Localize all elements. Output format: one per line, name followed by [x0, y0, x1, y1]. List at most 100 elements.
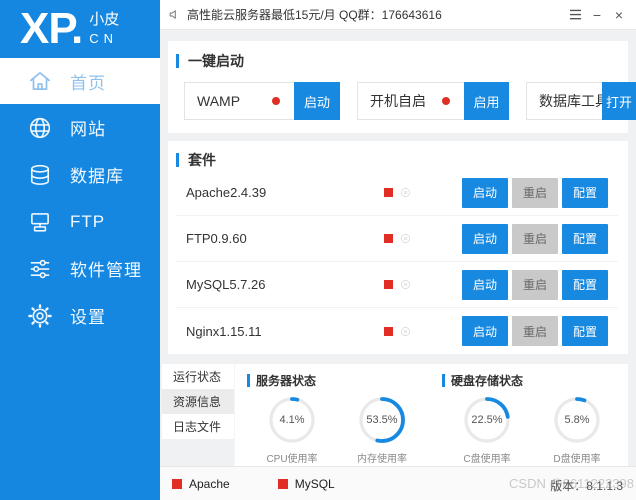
- gear-icon: [27, 303, 53, 329]
- server-gauges: 4.1% CPU使用率 53.5% 内存使用率: [247, 396, 430, 465]
- tab-log-files[interactable]: 日志文件: [162, 414, 234, 439]
- sidebar-item-database[interactable]: 数据库: [0, 151, 160, 198]
- c-drive-gauge: 22.5% C盘使用率: [442, 396, 532, 465]
- autostart-enable-button[interactable]: 启用: [464, 82, 509, 120]
- suite-row-apache: Apache2.4.39 启动 重启 配置: [176, 170, 618, 216]
- cpu-usage-label: CPU使用率: [266, 454, 318, 465]
- service-name: Nginx1.15.11: [186, 323, 262, 339]
- section-accent-bar: [176, 54, 179, 68]
- version-label: 版本：8.1.1.3: [550, 479, 623, 493]
- app-window: XP. 小皮 CN 首页 网站 数据库 FTP 软件管理 设置 高性能云服务器最…: [0, 0, 636, 500]
- d-drive-gauge-ring: 5.8%: [553, 396, 601, 444]
- restart-button[interactable]: 重启: [512, 269, 558, 300]
- dbtool-open-button[interactable]: 打开: [602, 82, 636, 120]
- tab-run-status[interactable]: 运行状态: [162, 364, 234, 389]
- service-buttons: 启动 重启 配置: [462, 177, 618, 208]
- config-button[interactable]: 配置: [562, 177, 608, 208]
- restart-button[interactable]: 重启: [512, 316, 558, 346]
- sidebar-item-home[interactable]: 首页: [0, 58, 160, 104]
- circle-x-icon: [400, 279, 411, 290]
- restart-button[interactable]: 重启: [512, 223, 558, 254]
- c-drive-usage-value: 22.5%: [471, 414, 503, 426]
- suite-rows: Apache2.4.39 启动 重启 配置 FTP0.9.60 启动 重启 配置…: [176, 170, 618, 354]
- circle-x-icon: [400, 233, 411, 244]
- service-status: [384, 279, 411, 290]
- suite-title: 套件: [188, 152, 216, 168]
- quickstart-header: 一键启动: [176, 51, 618, 71]
- disk-status-section: 硬盘存储状态 22.5% C盘使用率 5.8% D盘使用率: [430, 372, 628, 470]
- memory-gauge: 53.5% 内存使用率: [337, 396, 427, 465]
- c-drive-usage-label: C盘使用率: [463, 454, 511, 465]
- section-accent-bar: [442, 374, 445, 387]
- suite-card: 套件 Apache2.4.39 启动 重启 配置 FTP0.9.60 启动 重启…: [168, 141, 628, 354]
- server-status-header: 服务器状态: [247, 372, 430, 389]
- speaker-icon: [168, 8, 181, 21]
- service-name: Apache2.4.39: [186, 185, 267, 200]
- monitor-status-card: 服务器状态 4.1% CPU使用率 53.5% 内存使用率 硬盘存储状态 22.…: [234, 364, 628, 470]
- sidebar-item-settings[interactable]: 设置: [0, 292, 160, 339]
- ftp-icon: [27, 209, 53, 235]
- d-drive-usage-value: 5.8%: [564, 414, 590, 426]
- sidebar-menu: 首页 网站 数据库 FTP 软件管理 设置: [0, 58, 160, 339]
- stopped-status-icon: [384, 188, 393, 197]
- memory-gauge-ring: 53.5%: [358, 396, 406, 444]
- wamp-status-box: WAMP: [184, 82, 294, 120]
- globe-icon: [27, 115, 53, 141]
- service-status: [384, 326, 411, 337]
- start-button[interactable]: 启动: [462, 269, 508, 300]
- window-controls: − ×: [566, 5, 636, 25]
- quickstart-row: WAMP 启动 开机自启 启用 数据库工具 打开: [176, 82, 636, 120]
- logo-subtext: 小皮 CN: [89, 11, 120, 46]
- restart-button[interactable]: 重启: [512, 177, 558, 208]
- circle-x-icon: [400, 326, 411, 337]
- sliders-icon: [27, 256, 53, 282]
- titlebar: 高性能云服务器最低15元/月 QQ群：176643616 − ×: [160, 0, 636, 30]
- c-drive-gauge-ring: 22.5%: [463, 396, 511, 444]
- start-button[interactable]: 启动: [462, 177, 508, 208]
- service-name: MySQL5.7.26: [186, 277, 266, 292]
- config-button[interactable]: 配置: [562, 316, 608, 346]
- hamburger-menu-icon[interactable]: [566, 5, 584, 25]
- sidebar-item-software[interactable]: 软件管理: [0, 245, 160, 292]
- home-icon: [27, 68, 53, 94]
- announcement-text: 高性能云服务器最低15元/月 QQ群：176643616: [187, 8, 442, 22]
- autostart-label: 开机自启: [370, 93, 426, 109]
- legend-apache: Apache: [172, 477, 230, 491]
- minimize-icon[interactable]: −: [588, 5, 606, 25]
- section-accent-bar: [176, 153, 179, 167]
- sidebar-item-website[interactable]: 网站: [0, 104, 160, 151]
- circle-x-icon: [400, 187, 411, 198]
- cpu-usage-value: 4.1%: [279, 414, 305, 426]
- start-button[interactable]: 启动: [462, 223, 508, 254]
- service-name: FTP0.9.60: [186, 231, 247, 246]
- logo-text: XP.: [20, 4, 83, 53]
- suite-row-mysql: MySQL5.7.26 启动 重启 配置: [176, 262, 618, 308]
- red-square-icon: [277, 478, 288, 489]
- stopped-status-icon: [384, 280, 393, 289]
- service-status: [384, 187, 411, 198]
- dbtool-label: 数据库工具: [539, 93, 609, 109]
- red-square-icon: [172, 478, 182, 489]
- autostart-status-box: 开机自启: [357, 82, 464, 120]
- wamp-start-button[interactable]: 启动: [294, 82, 340, 120]
- main-content: 一键启动 WAMP 启动 开机自启 启用 数据库工具 打开 套件 Apache2…: [160, 31, 636, 470]
- statusbar: Apache MySQL CSDN @8611222398 版本：8.1.1.3: [160, 466, 636, 500]
- cpu-gauge-ring: 4.1%: [268, 396, 316, 444]
- stopped-status-icon: [384, 326, 393, 336]
- autostart-combo: 开机自启 启用: [357, 82, 509, 120]
- service-legend: Apache MySQL: [172, 467, 383, 500]
- quickstart-card: 一键启动 WAMP 启动 开机自启 启用 数据库工具 打开: [168, 41, 636, 133]
- start-button[interactable]: 启动: [462, 316, 508, 346]
- wamp-combo: WAMP 启动: [184, 82, 340, 120]
- config-button[interactable]: 配置: [562, 269, 608, 300]
- cpu-gauge: 4.1% CPU使用率: [247, 396, 337, 465]
- monitor-panel: 运行状态 资源信息 日志文件 服务器状态 4.1% CPU使用率 53.5% 内…: [162, 364, 628, 470]
- server-status-section: 服务器状态 4.1% CPU使用率 53.5% 内存使用率: [235, 372, 430, 470]
- sidebar-item-ftp[interactable]: FTP: [0, 198, 160, 245]
- autostart-status-dot: [442, 97, 450, 105]
- config-button[interactable]: 配置: [562, 223, 608, 254]
- wamp-label: WAMP: [197, 93, 241, 109]
- close-icon[interactable]: ×: [610, 5, 628, 25]
- dbtool-combo: 数据库工具 打开: [526, 82, 636, 120]
- tab-resource-info[interactable]: 资源信息: [162, 389, 234, 414]
